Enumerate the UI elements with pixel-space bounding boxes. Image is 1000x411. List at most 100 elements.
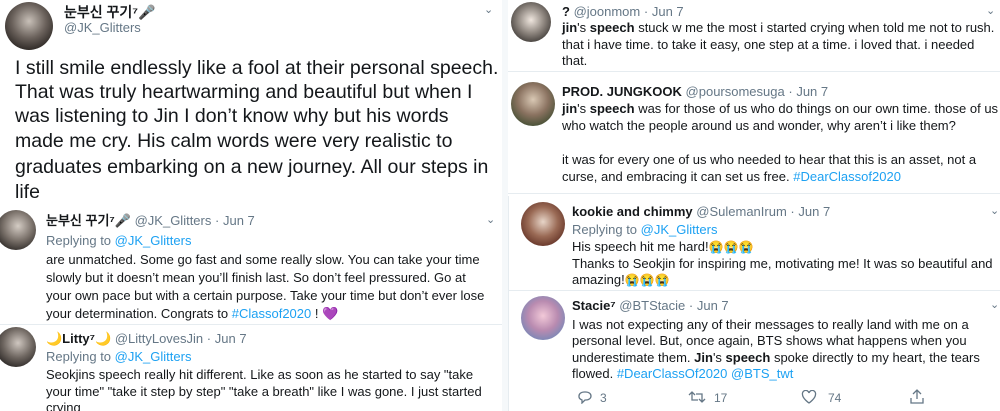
reply-text-line: your own pace but with a certain purpose…: [46, 288, 485, 303]
author-name[interactable]: kookie and chimmy: [572, 204, 693, 219]
tweet-text-line: curse, and embracing it can set us free.: [562, 169, 790, 184]
keyword: speech: [589, 20, 635, 35]
crying-emoji: 😭😭😭: [708, 240, 754, 254]
tweet-date[interactable]: Jun 7: [796, 84, 828, 99]
tweet-text-line: spoke directly to my heart, the tears: [770, 350, 980, 365]
mention-link[interactable]: @BTS_twt: [731, 366, 793, 381]
tweet-text-line: life: [15, 181, 40, 203]
avatar[interactable]: [521, 202, 565, 246]
chevron-down-icon[interactable]: ⌄: [484, 3, 493, 16]
tweet-text-line: flowed.: [572, 366, 614, 381]
reply-text-line: are unmatched. Some go fast and some rea…: [46, 252, 480, 267]
reply-text-line: your determination. Congrats to: [46, 306, 229, 321]
tweet-text-line: that.: [562, 53, 588, 68]
divider: [508, 290, 1000, 291]
replying-to-handle[interactable]: @JK_Glitters: [115, 349, 192, 364]
tweet-text-line: graduates embarking on a new journey. Al…: [15, 156, 489, 178]
divider: [0, 324, 502, 325]
tweet-date[interactable]: Jun 7: [652, 4, 684, 19]
divider: [508, 193, 1000, 194]
tweet-text-line: I still smile endlessly like a fool at t…: [15, 57, 499, 79]
thread-divider: [508, 196, 509, 411]
chevron-down-icon[interactable]: ⌄: [986, 4, 995, 17]
hashtag-link[interactable]: #Classof2020: [232, 306, 312, 321]
avatar[interactable]: [511, 82, 555, 126]
separator-dot: ·: [788, 84, 793, 99]
divider: [508, 71, 1000, 72]
chevron-down-icon[interactable]: ⌄: [990, 204, 999, 217]
author-name[interactable]: ?: [562, 4, 570, 19]
tweet-text-line: His speech hit me hard!: [572, 239, 709, 254]
keyword: Jin: [694, 350, 713, 365]
replying-to-label: Replying to: [46, 233, 112, 248]
avatar[interactable]: [0, 210, 36, 250]
separator-dot: ·: [790, 204, 795, 219]
reply-text-tail: !: [314, 306, 319, 321]
tweet-text-line: that i have time. to take it easy, one s…: [562, 37, 975, 52]
tweet-text-line: I was not expecting any of their message…: [572, 317, 969, 332]
separator-dot: ·: [206, 331, 212, 346]
replying-to-label: Replying to: [46, 349, 112, 364]
avatar[interactable]: [5, 2, 53, 50]
right-screenshot: ? @joonmom · Jun 7 ⌄ jin's speech stuck …: [508, 0, 1000, 411]
tweet-date[interactable]: Jun 7: [223, 213, 255, 228]
keyword: jin: [562, 101, 578, 116]
author-name[interactable]: PROD. JUNGKOOK: [562, 84, 682, 99]
tweet-text-line: stuck w me the most i started crying whe…: [634, 20, 995, 35]
avatar[interactable]: [521, 296, 565, 340]
crying-emoji: 😭😭😭: [624, 273, 670, 287]
like-icon[interactable]: [801, 389, 817, 407]
avatar[interactable]: [511, 2, 551, 42]
author-handle[interactable]: @joonmom: [574, 4, 641, 19]
tweet-text-line: was listening to Jin I don’t know why bu…: [15, 105, 449, 127]
tweet-text-line: personal level. But, once again, BTS sho…: [572, 333, 967, 348]
author-handle[interactable]: @BTStacie: [619, 298, 685, 313]
author-name[interactable]: Stacie⁷: [572, 298, 616, 313]
share-icon[interactable]: [909, 389, 925, 407]
separator-dot: ·: [643, 4, 649, 19]
separator-dot: ·: [688, 298, 694, 313]
reply-icon[interactable]: [577, 390, 593, 407]
reply-count: 3: [600, 391, 607, 405]
reply-text-line: crying: [46, 400, 81, 411]
author-handle[interactable]: @JK_Glitters: [64, 20, 141, 35]
tweet-text-line: who watch the people around us and wonde…: [562, 118, 956, 133]
tweet-text-line: amazing!: [572, 272, 625, 287]
tweet-text-line: underestimate them.: [572, 350, 691, 365]
tweet-date[interactable]: Jun 7: [697, 298, 729, 313]
author-name[interactable]: 눈부신 꾸기⁷🎤: [64, 4, 156, 20]
reply-text-line: Seokjins speech really hit different. Li…: [46, 367, 474, 382]
tweet-text-line: was for those of us who do things on our…: [634, 101, 999, 116]
author-name[interactable]: 🌙Litty⁷🌙: [46, 331, 111, 346]
keyword: speech: [725, 350, 771, 365]
purple-heart-emoji: 💜: [322, 306, 339, 321]
replying-to-handle[interactable]: @JK_Glitters: [115, 233, 192, 248]
author-handle[interactable]: @LittyLovesJin: [115, 331, 203, 346]
reply-text-line: your time" "take it step by step" "take …: [46, 384, 482, 399]
hashtag-link[interactable]: #DearClassof2020: [793, 169, 901, 184]
separator-dot: ·: [215, 213, 220, 228]
replying-to-label: Replying to: [572, 222, 638, 237]
chevron-down-icon[interactable]: ⌄: [990, 298, 999, 311]
keyword: jin: [562, 20, 578, 35]
tweet-text-line: made me cry. His calm words were very re…: [15, 130, 453, 152]
tweet-text-line: Thanks to Seokjin for inspiring me, moti…: [572, 256, 993, 271]
hashtag-link[interactable]: #DearClassOf2020: [617, 366, 728, 381]
author-name[interactable]: 눈부신 꾸기⁷🎤: [46, 213, 131, 228]
retweet-count: 17: [714, 391, 728, 405]
replying-to-handle[interactable]: @JK_Glitters: [641, 222, 718, 237]
tweet-date[interactable]: Jun 7: [215, 331, 247, 346]
keyword: speech: [589, 101, 635, 116]
retweet-icon[interactable]: [688, 390, 706, 407]
tweet-date[interactable]: Jun 7: [798, 204, 830, 219]
like-count: 74: [828, 391, 842, 405]
chevron-down-icon[interactable]: ⌄: [486, 213, 495, 226]
reply-text-line: slowly but it doesn’t mean you’ll finish…: [46, 270, 466, 285]
author-handle[interactable]: @SulemanIrum: [696, 204, 787, 219]
left-screenshot: 눈부신 꾸기⁷🎤 @JK_Glitters ⌄ I still smile en…: [0, 0, 502, 411]
tweet-text-line: That was truly heartwarming and beautifu…: [15, 81, 473, 103]
avatar[interactable]: [0, 327, 36, 367]
tweet-text-line: it was for every one of us who needed to…: [562, 152, 977, 167]
author-handle[interactable]: @JK_Glitters: [135, 213, 212, 228]
author-handle[interactable]: @poursomesuga: [686, 84, 785, 99]
